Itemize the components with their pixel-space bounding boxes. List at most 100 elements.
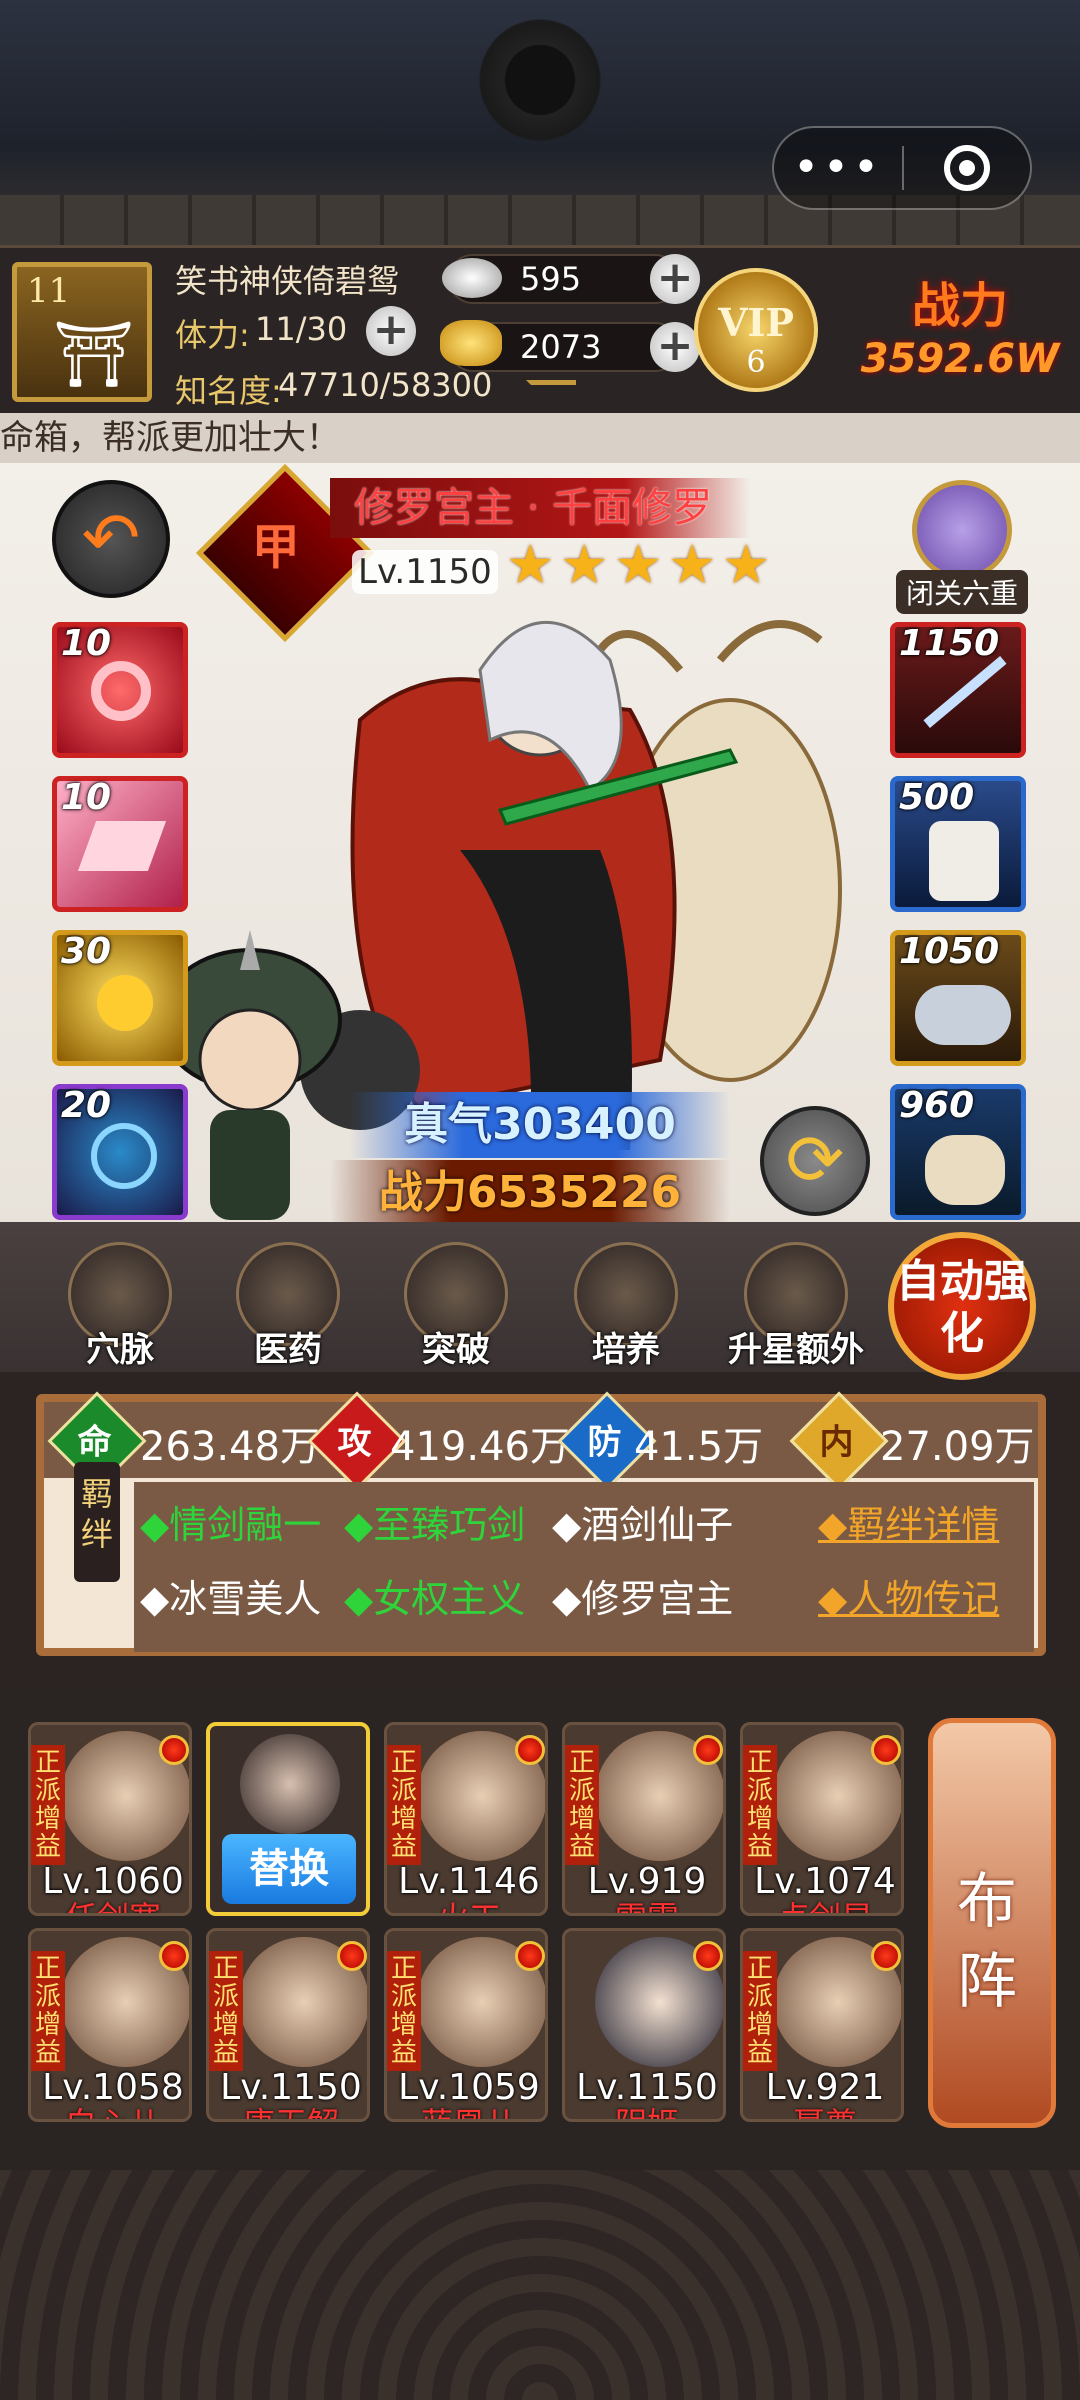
player-header: 11 ⛩ 笑书神侠倚碧鸳 体力: 11/30 + 知名度: 47710/5830… [0, 245, 1080, 413]
vip-level: 6 [746, 345, 766, 380]
close-miniprogram-button[interactable] [904, 145, 1030, 191]
team-member-current[interactable]: 替换 [206, 1722, 370, 1916]
orb-badge-icon [515, 1941, 545, 1971]
hero-level: Lv.1150 [352, 550, 498, 594]
formation-button[interactable]: 布 阵 [928, 1718, 1056, 2128]
player-avatar[interactable]: 11 ⛩ [12, 262, 152, 402]
hero-name: 修罗宫主 · 千面修罗 [330, 478, 750, 538]
team-member-lujianxing[interactable]: 正派增益 Lv.1074 卢剑星 [740, 1722, 904, 1916]
team-member-huogong[interactable]: 正派增益 Lv.1146 火工 [384, 1722, 548, 1916]
tiger-mount-icon [915, 985, 1011, 1045]
orb-badge-icon [337, 1941, 367, 1971]
bond-tag: 羁绊 [74, 1462, 120, 1582]
more-button[interactable]: ••• [774, 146, 902, 190]
fame-value: 47710/58300 [278, 366, 493, 404]
member-name: 唐无解 [209, 2099, 367, 2119]
team-member-niezun[interactable]: 正派增益 Lv.921 聂尊 [740, 1928, 904, 2122]
orb-badge-icon [693, 1735, 723, 1765]
deer-mount-icon [925, 1135, 1005, 1205]
equip-level: 960 [899, 1085, 975, 1126]
bond-item[interactable]: ◆女权主义 [344, 1568, 525, 1623]
equip-slot-weapon[interactable]: 1150 [890, 622, 1026, 758]
pagoda-icon: ⛩ [53, 318, 135, 392]
team-member-leizhen[interactable]: 正派增益 Lv.919 雷震 [562, 1722, 726, 1916]
team-member-baixiner[interactable]: 正派增益 Lv.1058 白心儿 [28, 1928, 192, 2122]
auto-strengthen-button[interactable]: 自动强化 [888, 1232, 1036, 1380]
miniprogram-capsule: ••• [772, 126, 1032, 210]
bond-item[interactable]: ◆至臻巧剑 [344, 1494, 525, 1549]
add-silver-button[interactable]: + [650, 254, 700, 304]
attack-value: 419.46万 [390, 1424, 570, 1470]
add-stamina-button[interactable]: + [366, 306, 416, 356]
orb-badge-icon [159, 1735, 189, 1765]
bond-detail-link[interactable]: ◆羁绊详情 [818, 1494, 999, 1549]
skill-slot-3[interactable]: 30 [52, 930, 188, 1066]
team-member-renjianhan[interactable]: 正派增益 Lv.1060 任剑寒 [28, 1722, 192, 1916]
quality-text: 甲 [251, 519, 300, 576]
skill-level: 10 [61, 623, 112, 664]
action-label: 升星额外 [728, 1330, 864, 1370]
bond-item[interactable]: ◆酒剑仙子 [552, 1494, 733, 1549]
switch-hero-button[interactable]: ⟳ [760, 1106, 870, 1216]
member-name: 阴姬 [565, 2099, 723, 2119]
power-label: 战力 [911, 278, 1008, 334]
equip-slot-mount[interactable]: 1050 [890, 930, 1026, 1066]
golden-dragon-icon [97, 975, 153, 1031]
bond-item[interactable]: ◆情剑融一 [140, 1494, 321, 1549]
skill-slot-2[interactable]: 10 [52, 776, 188, 912]
refresh-icon: ⟳ [785, 1119, 845, 1201]
action-label: 穴脉 [86, 1330, 154, 1370]
team-member-lanhuanger[interactable]: 正派增益 Lv.1059 蓝凰儿 [384, 1928, 548, 2122]
action-meridian-button[interactable]: 穴脉 [60, 1242, 180, 1372]
faction-tag: 正派增益 [743, 1745, 777, 1865]
equip-slot-armor[interactable]: 500 [890, 776, 1026, 912]
expand-chevron-icon[interactable] [526, 380, 576, 402]
action-cultivate-button[interactable]: 培养 [566, 1242, 686, 1372]
faction-tag: 正派增益 [565, 1745, 599, 1865]
member-name: 白心儿 [31, 2099, 189, 2119]
orb-badge-icon [159, 1941, 189, 1971]
orb-badge-icon [871, 1941, 901, 1971]
orb-badge-icon [693, 1941, 723, 1971]
action-medicine-button[interactable]: 医药 [228, 1242, 348, 1372]
action-breakthrough-button[interactable]: 突破 [396, 1242, 516, 1372]
seclusion-label: 闭关六重 [895, 570, 1028, 614]
member-name: 火工 [387, 1893, 545, 1913]
gold-ingot-icon [440, 320, 502, 366]
heart-swirl-icon [91, 661, 151, 721]
avatar [240, 1734, 340, 1834]
skill-slot-1[interactable]: 10 [52, 622, 188, 758]
equip-slot-pet[interactable]: 960 [890, 1084, 1026, 1220]
faction-tag: 正派增益 [31, 1951, 65, 2071]
biography-link[interactable]: ◆人物传记 [818, 1568, 999, 1623]
stamina-label: 体力: [175, 316, 250, 354]
back-button[interactable]: ↶ [52, 480, 170, 598]
replace-button[interactable]: 替换 [222, 1834, 356, 1904]
seclusion-button[interactable]: 闭关六重 [892, 480, 1032, 614]
bond-item[interactable]: ◆修罗宫主 [552, 1568, 733, 1623]
skill-level: 20 [61, 1085, 112, 1126]
bond-item[interactable]: ◆冰雪美人 [140, 1568, 321, 1623]
blue-orb-icon [91, 1123, 157, 1189]
faction-tag: 正派增益 [31, 1745, 65, 1865]
stamina-value: 11/30 [255, 310, 348, 348]
star-icon: ★ [560, 533, 609, 596]
vip-badge[interactable]: VIP 6 [694, 268, 818, 392]
team-member-tangwujie[interactable]: 正派增益 Lv.1150 唐无解 [206, 1928, 370, 2122]
skill-level: 10 [61, 777, 112, 818]
team-member-yinji[interactable]: Lv.1150 阴姬 [562, 1928, 726, 2122]
gold-value: 2073 [520, 328, 602, 366]
action-label: 医药 [254, 1330, 322, 1370]
robe-icon [929, 821, 999, 901]
fame-label: 知名度: [175, 372, 282, 410]
skill-slot-4[interactable]: 20 [52, 1084, 188, 1220]
add-gold-button[interactable]: + [650, 322, 700, 372]
life-value: 263.48万 [140, 1424, 320, 1470]
member-name: 雷震 [565, 1893, 723, 1913]
hero-power-display: 战力6535226 [330, 1160, 730, 1226]
player-name: 笑书神侠倚碧鸳 [175, 262, 400, 300]
qi-display: 真气303400 [350, 1092, 730, 1158]
orb-badge-icon [515, 1735, 545, 1765]
silver-value: 595 [520, 260, 582, 298]
action-star-up-button[interactable]: 升星额外 [716, 1242, 876, 1372]
